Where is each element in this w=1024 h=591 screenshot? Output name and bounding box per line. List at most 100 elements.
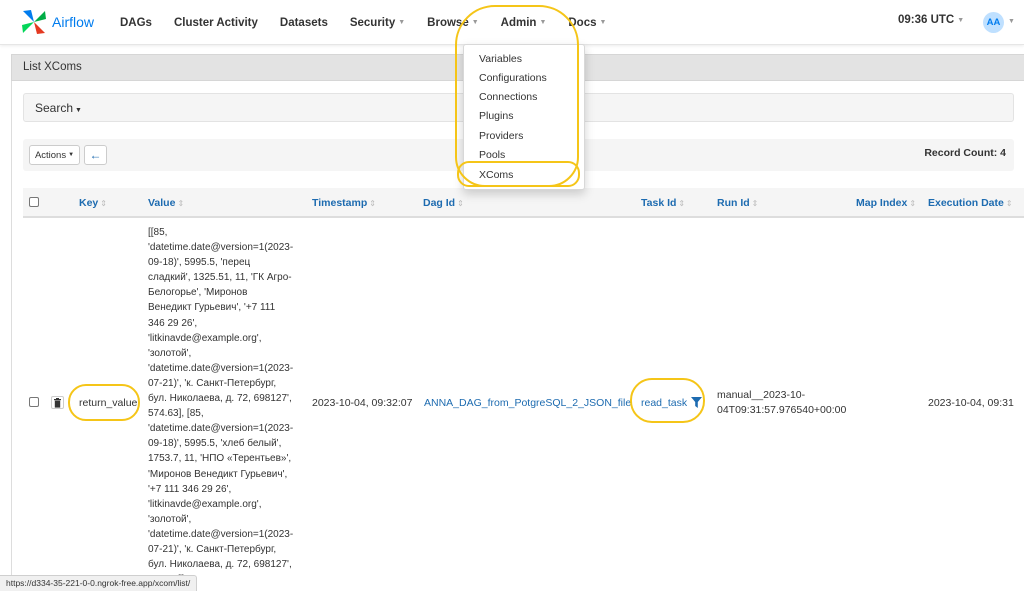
brand-name: Airflow — [52, 14, 95, 30]
xcom-value-line: 09-18)', 5995.5, 'хлеб белый', — [148, 438, 282, 450]
column-header-run-id[interactable]: Run Id ⇕ — [717, 197, 758, 209]
column-run-id-label: Run Id — [717, 197, 750, 209]
column-header-task-id[interactable]: Task Id ⇕ — [641, 197, 685, 209]
actions-button[interactable]: Actions ▼ — [29, 145, 80, 165]
chevron-down-icon: ▼ — [471, 19, 479, 26]
nav-security[interactable]: Security ▼ — [350, 17, 405, 29]
nav-browse-label: Browse — [427, 16, 469, 29]
nav-security-label: Security — [349, 16, 396, 29]
xcom-value-line: Белогорье', 'Миронов — [148, 287, 248, 299]
chevron-down-icon[interactable]: ▼ — [1008, 18, 1015, 25]
menu-item-xcoms[interactable]: XComs — [479, 169, 513, 181]
chevron-down-icon: ▼ — [599, 19, 607, 26]
column-key-label: Key — [79, 197, 99, 209]
nav-dags[interactable]: DAGs — [120, 17, 152, 29]
xcom-value-line: 'litkinavde@example.org', — [148, 498, 262, 510]
column-map-index-label: Map Index — [856, 197, 908, 209]
record-count: Record Count: 4 — [924, 147, 1006, 159]
xcom-value-line: 'Миронов Венедикт Гурьевич', — [148, 468, 288, 480]
sort-icon: ⇕ — [1005, 199, 1013, 208]
run-id-line2: 04T09:31:57.976540+00:00 — [717, 404, 847, 416]
nav-datasets[interactable]: Datasets — [280, 17, 328, 29]
sort-icon: ⇕ — [909, 199, 917, 208]
search-label-text: Search — [35, 101, 74, 115]
column-header-key[interactable]: Key ⇕ — [79, 197, 107, 209]
server-time[interactable]: 09:36 UTC ▼ — [898, 14, 964, 26]
xcom-value-line: 'datetime.date@version=1(2023- — [148, 362, 294, 374]
sort-icon: ⇕ — [457, 199, 464, 208]
row-select-checkbox[interactable] — [29, 397, 39, 407]
column-value-label: Value — [148, 197, 176, 209]
column-task-id-label: Task Id — [641, 197, 677, 209]
back-button[interactable]: ← — [84, 145, 107, 165]
nav-dags-label: DAGs — [120, 16, 152, 29]
column-header-dag-id[interactable]: Dag Id ⇕ — [423, 197, 464, 209]
caret-down-icon: ▼ — [75, 107, 82, 114]
sort-icon: ⇕ — [100, 199, 107, 208]
column-execution-date-label: Execution Date — [928, 197, 1004, 209]
filter-icon[interactable] — [691, 397, 702, 408]
run-id-line1: manual__2023-10- — [717, 389, 806, 401]
caret-down-icon: ▼ — [68, 152, 75, 158]
top-navbar: Airflow DAGs Cluster Activity Datasets S… — [0, 0, 1024, 45]
dag-id-link[interactable]: ANNA_DAG_from_PotgreSQL_2_JSON_file — [424, 396, 631, 411]
nav-admin[interactable]: Admin ▼ — [501, 17, 547, 29]
trash-icon — [54, 397, 61, 408]
column-header-execution-date[interactable]: Execution Date ⇕ — [928, 197, 1013, 209]
sort-icon: ⇕ — [177, 199, 185, 208]
xcom-value-line: бул. Николаева, д. 72, 698127', — [148, 559, 292, 571]
xcom-value-line: 'золотой', — [148, 513, 192, 525]
xcom-timestamp: 2023-10-04, 09:32:07 — [312, 397, 413, 409]
column-header-value[interactable]: Value ⇕ — [148, 197, 184, 209]
xcom-value-line: 'datetime.date@version=1(2023- — [148, 423, 294, 435]
xcom-value-line: бул. Николаева, д. 72, 698127', — [148, 393, 292, 405]
xcom-value-line: сладкий', 1325.51, 11, 'ГК Агро- — [148, 272, 292, 284]
nav-datasets-label: Datasets — [279, 16, 328, 29]
xcom-value-line: 574.63], [85, — [148, 408, 204, 420]
actions-button-label: Actions — [34, 149, 67, 161]
search-label: Search ▼ — [35, 101, 82, 115]
sort-icon: ⇕ — [751, 199, 759, 208]
xcom-value-line: Венедикт Гурьевич', '+7 111 — [148, 302, 276, 314]
menu-item-connections[interactable]: Connections — [479, 91, 537, 103]
user-avatar[interactable]: AA — [983, 12, 1004, 33]
delete-row-button[interactable] — [51, 396, 64, 409]
xcom-value: [[85, 'datetime.date@version=1(2023- 09-18… — [148, 225, 308, 587]
xcom-value-line: 1753.7, 11, 'НПО «Терентьев»', — [148, 453, 292, 465]
nav-admin-label: Admin — [500, 16, 537, 29]
xcom-value-line: 346 29 26', — [148, 317, 198, 329]
column-header-map-index[interactable]: Map Index ⇕ — [856, 197, 916, 209]
menu-item-pools[interactable]: Pools — [479, 149, 505, 161]
xcom-value-line: 'litkinavde@example.org', — [148, 332, 262, 344]
table-header: Key ⇕ Value ⇕ Timestamp ⇕ Dag Id ⇕ Task Id ⇕ … — [23, 188, 1024, 218]
select-all-checkbox[interactable] — [29, 197, 39, 207]
nav-cluster-activity[interactable]: Cluster Activity — [174, 17, 258, 29]
nav-browse[interactable]: Browse ▼ — [427, 17, 478, 29]
task-id-link[interactable]: read_task — [641, 396, 687, 411]
chevron-down-icon: ▼ — [539, 19, 547, 26]
xcom-value-line: [[85, — [148, 227, 168, 238]
menu-item-providers[interactable]: Providers — [479, 130, 523, 142]
menu-item-plugins[interactable]: Plugins — [479, 110, 513, 122]
nav-docs-label: Docs — [568, 16, 597, 29]
page-title: List XComs — [23, 61, 82, 73]
nav-docs[interactable]: Docs ▼ — [568, 17, 606, 29]
xcom-value-line: 'золотой', — [148, 347, 192, 359]
browser-status-url: https://d334-35-221-0-0.ngrok-free.app/x… — [0, 575, 198, 591]
menu-item-variables[interactable]: Variables — [479, 53, 522, 65]
chevron-down-icon: ▼ — [957, 16, 965, 24]
xcom-value-line: 'datetime.date@version=1(2023- — [148, 528, 294, 540]
column-header-timestamp[interactable]: Timestamp ⇕ — [312, 197, 376, 209]
xcom-value-line: 07-21)', 'к. Санкт-Петербург, — [148, 377, 277, 389]
xcom-value-line: 07-21)', 'к. Санкт-Петербург, — [148, 543, 277, 555]
xcom-value-line: 09-18)', 5995.5, 'перец — [148, 257, 251, 269]
server-time-label: 09:36 UTC — [898, 14, 955, 26]
admin-dropdown-menu: Variables Configurations Connections Plu… — [463, 44, 585, 190]
sort-icon: ⇕ — [369, 199, 376, 208]
menu-item-configurations[interactable]: Configurations — [479, 72, 547, 84]
execution-date: 2023-10-04, 09:31 — [928, 397, 1014, 409]
brand[interactable]: Airflow — [20, 8, 94, 36]
chevron-down-icon: ▼ — [398, 19, 406, 26]
xcom-key: return_value — [79, 397, 138, 409]
arrow-left-icon: ← — [89, 148, 102, 162]
